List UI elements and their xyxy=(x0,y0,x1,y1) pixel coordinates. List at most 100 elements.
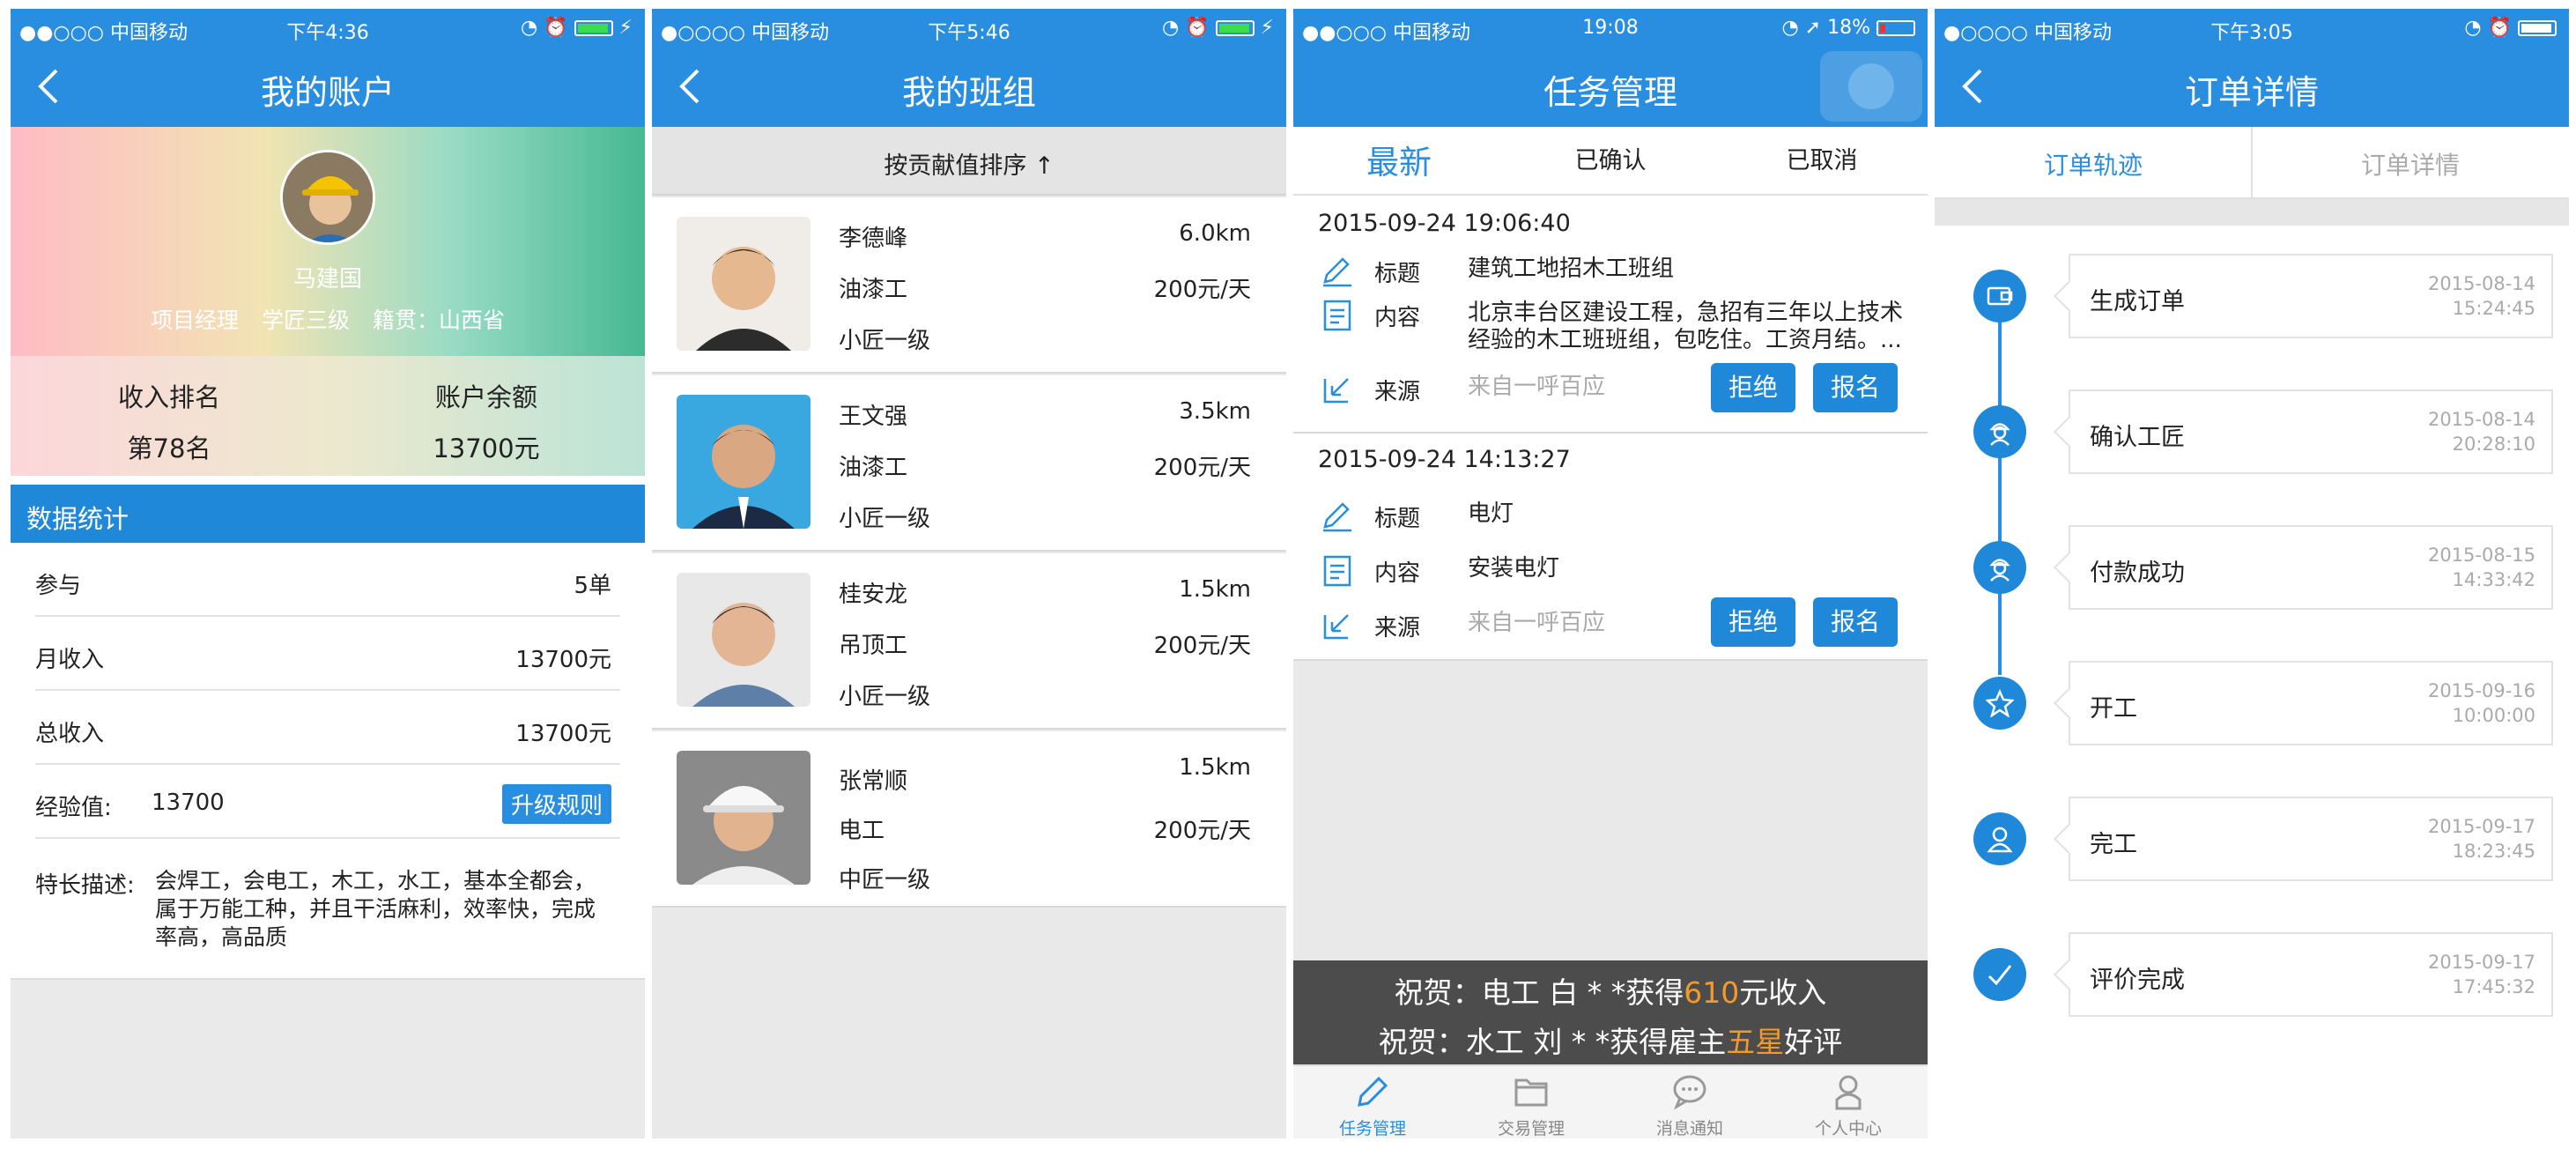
tabbar-label: 个人中心 xyxy=(1814,1119,1882,1138)
stat-row: 参与 5单 xyxy=(35,543,620,617)
nav-bar: 任务管理 xyxy=(1293,46,1928,127)
member-rate: 200元/天 xyxy=(1153,277,1251,303)
section-header: 数据统计 xyxy=(11,485,645,543)
order-tabs: 订单轨迹 订单详情 xyxy=(1935,127,2569,199)
order-timeline: 生成订单 2015-08-14 15:24:45 确认工匠 2015-08-14 2… xyxy=(1935,226,2569,1138)
experience-row: 经验值: 13700 升级规则 xyxy=(35,765,620,839)
timeline-step: 付款成功 2015-08-15 14:33:42 xyxy=(2069,525,2553,610)
member-photo xyxy=(677,217,811,351)
member-name: 王文强 xyxy=(839,404,908,430)
nav-bar: 我的账户 xyxy=(11,46,645,127)
screen-my-account: ●●○○○ 中国移动 下午4:36 ◔ ⏰ ⚡ 我的账户 马建国 项目经理 学匠… xyxy=(11,9,645,1138)
member-card[interactable]: 王文强 3.5km 油漆工 200元/天 小匠一级 xyxy=(652,375,1286,552)
balance-value: 13700元 xyxy=(433,434,540,463)
tabbar-messages[interactable]: 消息通知 xyxy=(1610,1071,1769,1138)
source-arrow-icon xyxy=(1323,614,1349,640)
task-card[interactable]: 2015-09-24 14:13:27 标题 电灯 内容 安装电灯 来源 来自一… xyxy=(1293,434,1928,661)
pencil-icon xyxy=(1323,502,1351,532)
member-level: 小匠一级 xyxy=(839,328,931,354)
user-meta: 项目经理 学匠三级 籍贯：山西省 xyxy=(151,308,505,333)
step-label: 确认工匠 xyxy=(2090,424,2185,451)
tab-confirmed[interactable]: 已确认 xyxy=(1505,141,1716,175)
task-card[interactable]: 2015-09-24 19:06:40 标题 建筑工地招木工班组 内容 北京丰台… xyxy=(1293,197,1928,434)
empty-area xyxy=(11,978,645,1138)
exp-value: 13700 xyxy=(152,789,225,816)
status-bar: ●●○○○ 中国移动 19:08 ◔ ➚ 18% xyxy=(1293,9,1928,46)
member-name: 桂安龙 xyxy=(839,582,908,608)
apply-button[interactable]: 报名 xyxy=(1813,363,1898,412)
field-label: 来源 xyxy=(1374,615,1421,641)
tab-cancelled[interactable]: 已取消 xyxy=(1716,141,1928,175)
timeline-step: 生成订单 2015-08-14 15:24:45 xyxy=(2069,254,2553,338)
exp-label: 经验值: xyxy=(35,795,112,821)
tabbar-label: 交易管理 xyxy=(1497,1119,1565,1138)
member-rate: 200元/天 xyxy=(1153,633,1251,659)
step-label: 生成订单 xyxy=(2090,288,2185,315)
assistive-touch-button[interactable] xyxy=(1820,51,1922,122)
tabbar-transactions[interactable]: 交易管理 xyxy=(1452,1071,1610,1138)
task-content: 安装电灯 xyxy=(1468,555,1560,582)
desc-text: 会焊工，会电工，木工，水工，基本全都会，属于万能工种，并且干活麻利，效率快，完成… xyxy=(155,868,596,950)
sort-by-contribution-button[interactable]: 按贡献值排序 ↑ xyxy=(652,127,1286,196)
member-photo xyxy=(677,751,811,885)
member-name: 张常顺 xyxy=(839,768,908,795)
reject-button[interactable]: 拒绝 xyxy=(1711,597,1795,647)
screen-task-management: ●●○○○ 中国移动 19:08 ◔ ➚ 18% 任务管理 最新 已确认 已取消… xyxy=(1293,9,1928,1138)
member-card[interactable]: 桂安龙 1.5km 吊顶工 200元/天 小匠一级 xyxy=(652,553,1286,730)
member-name: 李德峰 xyxy=(839,226,908,252)
status-bar: ●○○○○ 中国移动 下午5:46 ◔ ⏰ ⚡ xyxy=(652,9,1286,46)
member-distance: 1.5km xyxy=(1179,754,1251,781)
step-datetime: 2015-09-17 18:23:45 xyxy=(2427,816,2535,862)
page-title: 我的班组 xyxy=(901,73,1036,112)
status-bar: ●○○○○ 中国移动 下午3:05 ◔ ⏰ xyxy=(1935,9,2569,46)
pencil-icon xyxy=(1323,257,1351,287)
profile-header: 马建国 项目经理 学匠三级 籍贯：山西省 xyxy=(11,127,645,356)
tab-order-track[interactable]: 订单轨迹 xyxy=(1935,146,2252,182)
member-rate: 200元/天 xyxy=(1153,818,1251,844)
row-value: 13700元 xyxy=(515,721,611,747)
timeline-step: 开工 2015-09-16 10:00:00 xyxy=(2069,661,2553,745)
person-icon xyxy=(1835,1075,1862,1110)
task-tabs: 最新 已确认 已取消 xyxy=(1293,127,1928,196)
person-icon xyxy=(1973,812,2026,865)
step-datetime: 2015-08-15 14:33:42 xyxy=(2427,545,2535,590)
step-datetime: 2015-08-14 15:24:45 xyxy=(2427,273,2535,319)
user-name: 马建国 xyxy=(292,266,362,293)
tab-order-details[interactable]: 订单详情 xyxy=(2252,146,2569,182)
ticker-line: 祝贺：电工 白 * *获得610元收入 xyxy=(1394,975,1827,1010)
field-label: 来源 xyxy=(1374,379,1421,405)
task-title: 电灯 xyxy=(1468,500,1514,527)
step-label: 付款成功 xyxy=(2090,560,2185,587)
congrats-ticker: 祝贺：电工 白 * *获得610元收入 祝贺：水工 刘 * *获得雇主五星好评 xyxy=(1293,960,1928,1064)
reject-button[interactable]: 拒绝 xyxy=(1711,363,1795,412)
avatar[interactable] xyxy=(280,150,375,245)
task-time: 2015-09-24 14:13:27 xyxy=(1318,446,1571,473)
field-label: 标题 xyxy=(1374,506,1421,532)
apply-button[interactable]: 报名 xyxy=(1813,597,1898,647)
upgrade-rules-button[interactable]: 升级规则 xyxy=(501,784,611,824)
tabbar-task-management[interactable]: 任务管理 xyxy=(1293,1071,1452,1138)
timeline-step: 完工 2015-09-17 18:23:45 xyxy=(2069,797,2553,881)
worker-icon xyxy=(1973,405,2026,458)
status-bar: ●●○○○ 中国移动 下午4:36 ◔ ⏰ ⚡ xyxy=(11,9,645,46)
battery-icon: ◔ ⏰ ⚡ xyxy=(1161,17,1274,39)
task-title: 建筑工地招木工班组 xyxy=(1468,256,1675,282)
member-photo xyxy=(677,395,811,529)
field-label: 内容 xyxy=(1374,305,1421,331)
desc-label: 特长描述: xyxy=(35,872,135,899)
timeline-step: 评价完成 2015-09-17 17:45:32 xyxy=(2069,932,2553,1017)
ticker-line: 祝贺：水工 刘 * *获得雇主五星好评 xyxy=(1378,1025,1843,1059)
member-distance: 1.5km xyxy=(1179,576,1251,603)
tab-latest[interactable]: 最新 xyxy=(1293,136,1505,183)
pencil-icon xyxy=(1358,1076,1388,1107)
rank-label: 收入排名 xyxy=(117,382,220,412)
row-label: 月收入 xyxy=(35,647,105,673)
rank-value: 第78名 xyxy=(127,434,211,463)
row-label: 参与 xyxy=(35,573,82,599)
divider xyxy=(1935,199,2569,226)
star-icon xyxy=(1973,677,2026,730)
member-card[interactable]: 李德峰 6.0km 油漆工 200元/天 小匠一级 xyxy=(652,197,1286,374)
step-label: 评价完成 xyxy=(2090,967,2185,994)
member-card[interactable]: 张常顺 1.5km 电工 200元/天 中匠一级 xyxy=(652,731,1286,908)
tabbar-profile[interactable]: 个人中心 xyxy=(1769,1071,1928,1138)
